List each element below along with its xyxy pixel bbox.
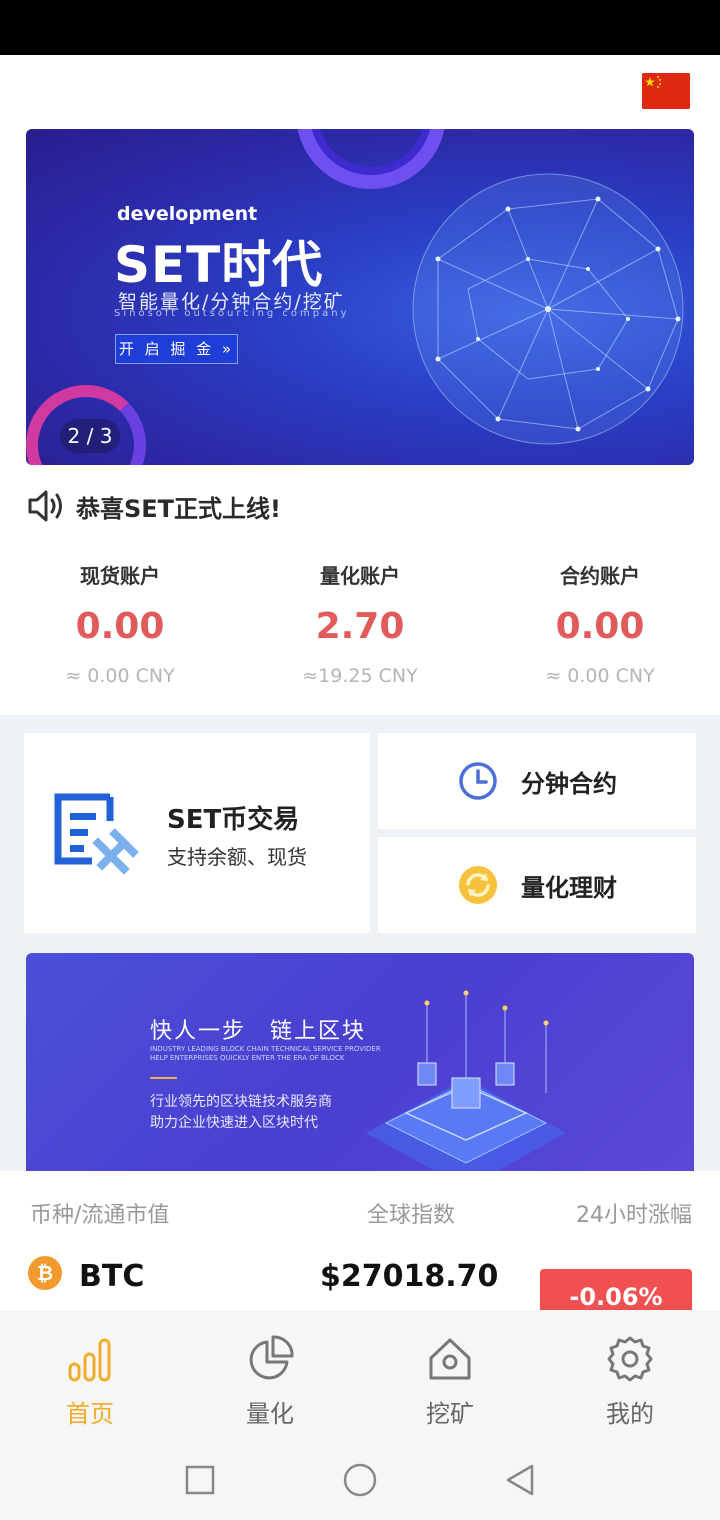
trade-document-icon	[54, 793, 139, 875]
account-value: 0.00	[555, 606, 645, 647]
top-header	[0, 55, 720, 125]
globe-network-image	[412, 173, 684, 445]
tab-profile[interactable]: 我的	[540, 1310, 720, 1440]
bar-chart-icon	[68, 1338, 111, 1382]
account-label: 合约账户	[560, 564, 640, 588]
promo-divider	[150, 1077, 177, 1079]
tab-label: 量化	[246, 1400, 294, 1428]
promo-title: 快人一步 链上区块	[150, 1019, 367, 1044]
tab-mining[interactable]: 挖矿	[360, 1310, 540, 1440]
start-mining-button[interactable]: 开 启 掘 金 »	[115, 334, 238, 364]
status-bar	[0, 0, 720, 55]
carousel-pager: 2 / 3	[60, 419, 120, 453]
pie-chart-icon	[249, 1335, 294, 1380]
btc-logo-icon: ₿	[28, 1256, 62, 1290]
trade-card-desc: 支持余额、现货	[167, 845, 307, 869]
tab-label: 我的	[606, 1400, 654, 1428]
banner-subtitle: development	[117, 203, 258, 225]
banner-small-text: Sinosoft outsourcing company	[114, 308, 350, 319]
quant-finance-label: 量化理财	[521, 873, 617, 902]
recent-apps-icon[interactable]	[182, 1462, 218, 1498]
account-value: 2.70	[315, 606, 405, 647]
tab-label: 首页	[66, 1400, 114, 1428]
market-header-coin: 币种/流通市值	[30, 1203, 170, 1228]
banner-carousel[interactable]: development SET时代 智能量化/分钟合约/挖矿 Sinosoft …	[26, 129, 694, 465]
tab-quant[interactable]: 量化	[180, 1310, 360, 1440]
home-circle-icon[interactable]	[342, 1462, 378, 1498]
promo-banner[interactable]: 快人一步 链上区块 INDUSTRY LEADING BLOCK CHAIN T…	[26, 953, 694, 1171]
announcement-bar[interactable]: 恭喜SET正式上线!	[26, 486, 281, 526]
account-label: 现货账户	[80, 564, 160, 588]
language-flag-button[interactable]	[642, 73, 690, 109]
speaker-icon	[28, 490, 62, 522]
announcement-text: 恭喜SET正式上线!	[76, 494, 281, 523]
clock-icon	[459, 762, 497, 800]
coin-refresh-icon	[459, 866, 497, 904]
gear-icon	[607, 1336, 653, 1382]
market-header-change: 24小时涨幅	[576, 1203, 692, 1228]
coin-symbol: BTC	[79, 1259, 145, 1294]
coin-price: $27018.70	[320, 1259, 499, 1294]
market-header-index: 全球指数	[367, 1203, 456, 1228]
account-cny: ≈ 0.00 CNY	[65, 665, 175, 687]
tab-label: 挖矿	[426, 1400, 474, 1428]
bottom-tab-bar: 首页 量化 挖矿 我的	[0, 1310, 720, 1440]
minute-contract-card[interactable]: 分钟合约	[378, 733, 696, 829]
tab-home[interactable]: 首页	[0, 1310, 180, 1440]
promo-desc-line: 行业领先的区块链技术服务商	[150, 1094, 332, 1110]
spot-account[interactable]: 现货账户 0.00 ≈ 0.00 CNY	[0, 555, 240, 715]
mining-icon	[429, 1338, 471, 1380]
coin-change-badge: -0.06%	[540, 1269, 692, 1311]
market-list: 币种/流通市值 全球指数 24小时涨幅 ₿ BTC $27018.70 -0.0…	[0, 1171, 720, 1311]
trade-card-title: SET币交易	[167, 805, 300, 835]
account-label: 量化账户	[320, 564, 400, 588]
blockchain-illustration	[366, 990, 566, 1171]
quant-account[interactable]: 量化账户 2.70 ≈19.25 CNY	[240, 555, 480, 715]
account-cny: ≈ 0.00 CNY	[545, 665, 655, 687]
minute-contract-label: 分钟合约	[521, 769, 617, 798]
contract-account[interactable]: 合约账户 0.00 ≈ 0.00 CNY	[480, 555, 720, 715]
promo-desc-line: 助力企业快速进入区块时代	[150, 1115, 318, 1131]
account-summary: 现货账户 0.00 ≈ 0.00 CNY 量化账户 2.70 ≈19.25 CN…	[0, 555, 720, 715]
promo-description: 行业领先的区块链技术服务商 助力企业快速进入区块时代	[150, 1092, 332, 1134]
set-trade-card[interactable]: SET币交易 支持余额、现货	[24, 733, 370, 933]
system-navigation-bar	[0, 1440, 720, 1520]
account-cny: ≈19.25 CNY	[302, 665, 418, 687]
quant-finance-card[interactable]: 量化理财	[378, 837, 696, 933]
back-triangle-icon[interactable]	[502, 1462, 538, 1498]
china-flag-icon	[642, 73, 690, 109]
account-value: 0.00	[75, 606, 165, 647]
